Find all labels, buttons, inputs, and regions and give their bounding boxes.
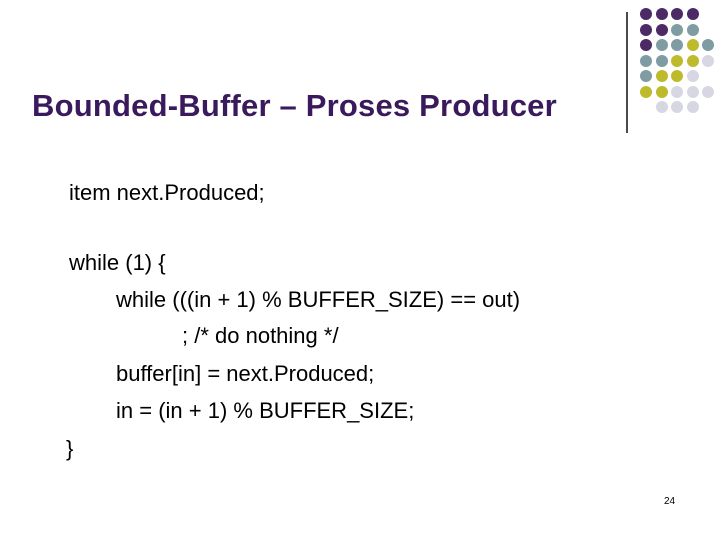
decorative-dot (655, 8, 668, 20)
decorative-dot (671, 85, 683, 98)
decorative-dot (686, 101, 699, 113)
decorative-dot (640, 70, 652, 82)
decorative-dot (671, 101, 683, 113)
decorative-dot (655, 85, 668, 98)
code-line-while-inner: while (((in + 1) % BUFFER_SIZE) == out) (116, 287, 521, 312)
decorative-dot (655, 23, 668, 36)
slide-title: Bounded-Buffer – Proses Producer (32, 88, 557, 123)
decorative-dot (686, 23, 699, 36)
decorative-dot (702, 54, 714, 67)
decorative-dot (640, 85, 652, 98)
decorative-dot (686, 39, 699, 51)
decorative-dot (655, 70, 668, 82)
decorative-dot (640, 39, 652, 51)
slide: Bounded-Buffer – Proses Producer item ne… (0, 0, 720, 540)
code-line-close-brace: } (66, 436, 74, 461)
decorative-dot (686, 70, 699, 82)
decorative-dot (702, 39, 714, 51)
decorative-dot (671, 54, 683, 67)
code-line-do-nothing: ; /* do nothing */ (182, 323, 339, 348)
decorative-dot (671, 39, 683, 51)
decorative-dot (655, 54, 668, 67)
code-line-buffer-assign: buffer[in] = next.Produced; (116, 361, 375, 386)
decorative-dot (655, 101, 668, 113)
code-line-in-update: in = (in + 1) % BUFFER_SIZE; (116, 398, 415, 423)
decorative-dot (671, 8, 683, 20)
code-line-declaration: item next.Produced; (69, 180, 265, 205)
decorative-dot (671, 70, 683, 82)
decorative-dot (655, 39, 668, 51)
decorative-dot (686, 8, 699, 20)
decorative-dot (686, 85, 699, 98)
decorative-dot (702, 85, 714, 98)
decorative-dot (671, 23, 683, 36)
page-number: 24 (664, 496, 676, 507)
decorative-dot (640, 54, 652, 67)
decorative-dot (640, 8, 652, 20)
code-line-while-outer: while (1) { (69, 250, 166, 275)
decorative-dot (686, 54, 699, 67)
decorative-dot-grid (640, 8, 720, 120)
decorative-dot (640, 23, 652, 36)
title-divider (626, 12, 628, 133)
